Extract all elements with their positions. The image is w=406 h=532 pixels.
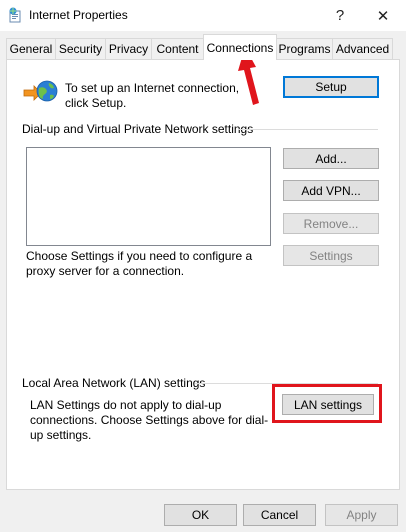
setup-button[interactable]: Setup [283,76,379,98]
add-vpn-button[interactable]: Add VPN... [283,180,379,201]
tab-general[interactable]: General [6,38,56,59]
internet-options-icon [9,7,21,23]
setup-description: To set up an Internet connection, click … [65,81,240,110]
window-title: Internet Properties [29,8,128,22]
lan-heading: Local Area Network (LAN) settings [22,376,206,390]
add-button[interactable]: Add... [283,148,379,169]
group-divider [238,129,378,130]
tab-programs[interactable]: Programs [276,38,333,59]
tab-connections[interactable]: Connections [203,34,277,60]
tab-content[interactable]: Content [151,38,204,59]
proxy-description: Choose Settings if you need to configure… [26,249,253,278]
cancel-button[interactable]: Cancel [243,504,316,526]
ok-button[interactable]: OK [164,504,237,526]
close-button[interactable]: ✕ [366,0,400,31]
apply-button[interactable]: Apply [325,504,398,526]
tab-security[interactable]: Security [55,38,106,59]
dialup-heading: Dial-up and Virtual Private Network sett… [22,122,254,136]
lan-settings-button[interactable]: LAN settings [282,394,374,415]
dialup-settings-button[interactable]: Settings [283,245,379,266]
tab-advanced[interactable]: Advanced [332,38,393,59]
remove-button[interactable]: Remove... [283,213,379,234]
lan-description: LAN Settings do not apply to dial-up con… [30,398,269,442]
tab-privacy[interactable]: Privacy [105,38,152,59]
connections-list[interactable] [26,147,271,246]
globe-connection-icon [23,80,58,102]
help-button[interactable]: ? [323,0,357,31]
